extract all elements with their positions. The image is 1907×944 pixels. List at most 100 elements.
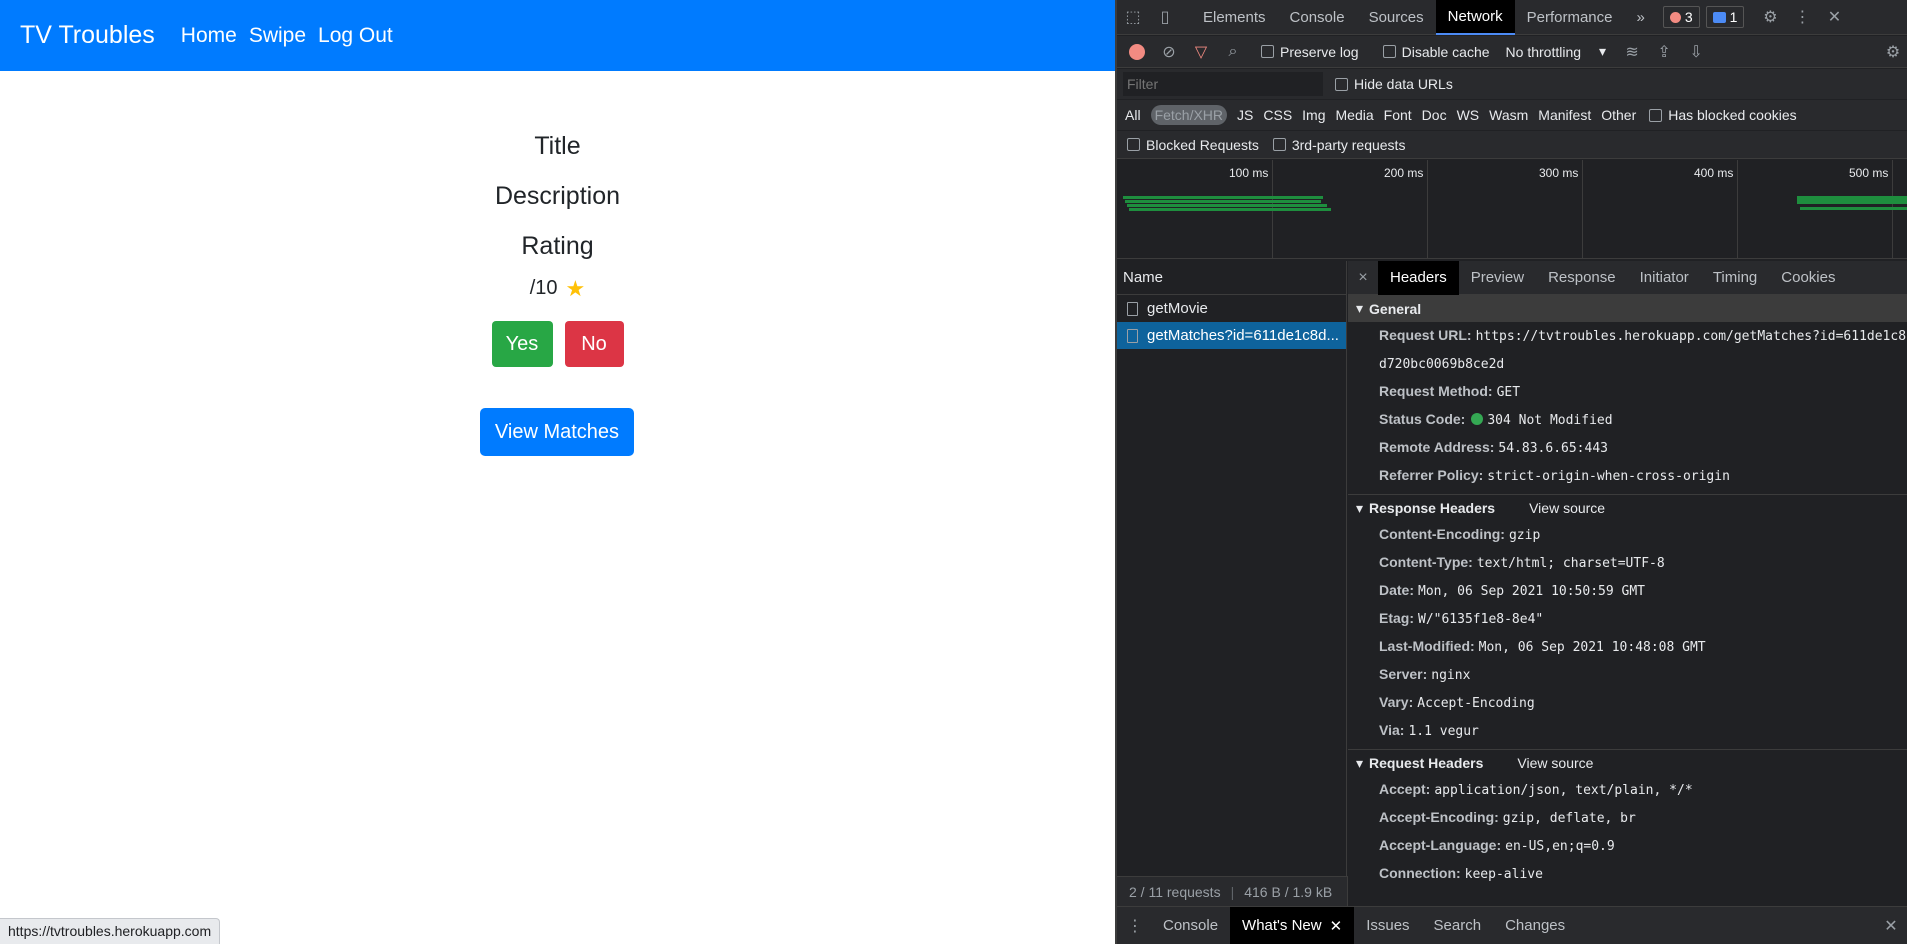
kebab-menu-icon[interactable]: ⋮ — [1123, 914, 1147, 938]
close-devtools-icon[interactable]: ✕ — [1822, 5, 1846, 29]
blocked-requests-checkbox[interactable]: Blocked Requests — [1127, 137, 1259, 153]
import-har-icon[interactable]: ⇪ — [1652, 40, 1676, 64]
no-button[interactable]: No — [564, 321, 624, 367]
header-key: Connection: — [1379, 865, 1461, 881]
error-badge[interactable]: 3 — [1662, 6, 1700, 28]
tab-performance[interactable]: Performance — [1515, 0, 1625, 35]
header-row: Accept: application/json, text/plain, */* — [1348, 776, 1907, 804]
hide-data-urls-checkbox[interactable]: Hide data URLs — [1335, 76, 1453, 92]
drawer-tab-whats-new[interactable]: What's New ✕ — [1230, 906, 1355, 944]
has-blocked-cookies-checkbox[interactable]: Has blocked cookies — [1649, 107, 1797, 123]
type-doc[interactable]: Doc — [1422, 107, 1447, 123]
timeline-overview[interactable]: 100 ms 200 ms 300 ms 400 ms 500 ms — [1117, 160, 1907, 259]
type-img[interactable]: Img — [1302, 107, 1325, 123]
filter-input[interactable] — [1123, 72, 1323, 96]
network-conditions-icon[interactable]: ≋ — [1620, 40, 1644, 64]
close-icon[interactable]: ✕ — [1330, 917, 1343, 935]
tab-initiator[interactable]: Initiator — [1628, 261, 1701, 295]
brand-logo[interactable]: TV Troubles — [20, 21, 155, 50]
header-value: gzip, deflate, br — [1502, 811, 1636, 826]
record-icon[interactable] — [1129, 43, 1145, 60]
timeline-tick: 400 ms — [1694, 160, 1738, 259]
device-toolbar-icon[interactable]: ▯ — [1153, 5, 1177, 29]
header-key: Etag: — [1379, 610, 1414, 626]
type-wasm[interactable]: Wasm — [1489, 107, 1528, 123]
view-source-link[interactable]: View source — [1529, 500, 1605, 516]
tab-preview[interactable]: Preview — [1459, 261, 1536, 295]
export-har-icon[interactable]: ⇩ — [1684, 40, 1708, 64]
search-icon[interactable]: ⌕ — [1221, 40, 1245, 64]
tab-sources[interactable]: Sources — [1357, 0, 1436, 35]
section-title: Request Headers — [1369, 755, 1484, 771]
tab-network[interactable]: Network — [1435, 0, 1515, 35]
clear-icon[interactable]: ⊘ — [1157, 40, 1181, 64]
name-column-header[interactable]: Name — [1117, 261, 1346, 295]
type-fetch-xhr[interactable]: Fetch/XHR — [1150, 105, 1228, 125]
rating-row: /10 ★ — [0, 277, 1115, 300]
disable-cache-checkbox[interactable]: Disable cache — [1382, 44, 1490, 60]
drawer-tab-console[interactable]: Console — [1151, 907, 1230, 944]
gear-icon[interactable]: ⚙ — [1758, 5, 1782, 29]
message-count: 1 — [1729, 9, 1738, 25]
checkbox-box — [1261, 45, 1274, 58]
type-all[interactable]: All — [1125, 107, 1141, 123]
header-key: Accept-Language: — [1379, 837, 1502, 853]
section-title: Response Headers — [1369, 500, 1496, 516]
inspect-icon[interactable]: ⬚ — [1121, 5, 1145, 29]
type-font[interactable]: Font — [1384, 107, 1412, 123]
tick-label: 200 ms — [1384, 166, 1424, 180]
view-source-link[interactable]: View source — [1517, 755, 1593, 771]
header-row: Accept-Encoding: gzip, deflate, br — [1348, 804, 1907, 832]
kebab-menu-icon[interactable]: ⋮ — [1790, 5, 1814, 29]
tab-cookies[interactable]: Cookies — [1769, 261, 1847, 295]
header-row: Vary: Accept-Encoding — [1348, 689, 1907, 717]
type-css[interactable]: CSS — [1263, 107, 1292, 123]
close-drawer-icon[interactable]: ✕ — [1879, 914, 1903, 938]
throttling-select[interactable]: No throttling ▾ — [1506, 43, 1607, 60]
triangle-down-icon: ▾ — [1356, 300, 1364, 316]
drawer-tab-search[interactable]: Search — [1422, 907, 1494, 944]
view-matches-button[interactable]: View Matches — [480, 408, 634, 456]
yes-button[interactable]: Yes — [491, 321, 553, 367]
response-headers-section-header[interactable]: ▾ Response Headers View source — [1348, 494, 1907, 521]
devtools-drawer: ⋮ Console What's New ✕ Issues Search Chan… — [1117, 906, 1907, 944]
tab-timing[interactable]: Timing — [1701, 261, 1769, 295]
tab-console[interactable]: Console — [1278, 0, 1357, 35]
nav-home[interactable]: Home — [181, 24, 237, 48]
more-tabs-button[interactable]: » — [1625, 0, 1657, 35]
message-badge[interactable]: 1 — [1705, 6, 1745, 28]
request-row-selected[interactable]: getMatches?id=611de1c8d... — [1117, 322, 1346, 349]
header-value: 1.1 vegur — [1408, 724, 1479, 739]
header-row: Content-Encoding: gzip — [1348, 521, 1907, 549]
third-party-checkbox[interactable]: 3rd-party requests — [1272, 137, 1405, 153]
header-value: strict-origin-when-cross-origin — [1487, 469, 1730, 484]
type-media[interactable]: Media — [1336, 107, 1374, 123]
type-manifest[interactable]: Manifest — [1538, 107, 1591, 123]
drawer-tab-changes[interactable]: Changes — [1493, 907, 1577, 944]
request-row[interactable]: getMovie — [1117, 295, 1346, 322]
filter-bar: Hide data URLs — [1117, 69, 1907, 99]
checkbox-box — [1127, 138, 1140, 151]
tab-elements[interactable]: Elements — [1191, 0, 1278, 35]
tab-headers[interactable]: Headers — [1378, 260, 1459, 295]
preserve-log-checkbox[interactable]: Preserve log — [1261, 44, 1359, 60]
general-section-header[interactable]: ▾ General — [1348, 295, 1907, 322]
tab-response[interactable]: Response — [1536, 261, 1628, 295]
type-other[interactable]: Other — [1601, 107, 1636, 123]
timeline-bar — [1800, 207, 1907, 210]
type-ws[interactable]: WS — [1457, 107, 1480, 123]
close-icon[interactable]: × — [1348, 269, 1378, 287]
filter-icon[interactable]: ▽ — [1189, 40, 1213, 64]
header-value: en-US,en;q=0.9 — [1505, 839, 1615, 854]
movie-description: Description — [494, 182, 621, 210]
header-row: Status Code: 304 Not Modified — [1348, 406, 1907, 434]
nav-logout[interactable]: Log Out — [318, 24, 393, 48]
network-settings-icon[interactable]: ⚙ — [1881, 40, 1905, 64]
drawer-tab-issues[interactable]: Issues — [1354, 907, 1421, 944]
nav-swipe[interactable]: Swipe — [249, 24, 306, 48]
vote-buttons: Yes No — [0, 321, 1115, 367]
type-js[interactable]: JS — [1237, 107, 1253, 123]
header-key: Accept-Encoding: — [1379, 809, 1499, 825]
header-key: Server: — [1379, 666, 1428, 682]
request-headers-section-header[interactable]: ▾ Request Headers View source — [1348, 749, 1907, 776]
